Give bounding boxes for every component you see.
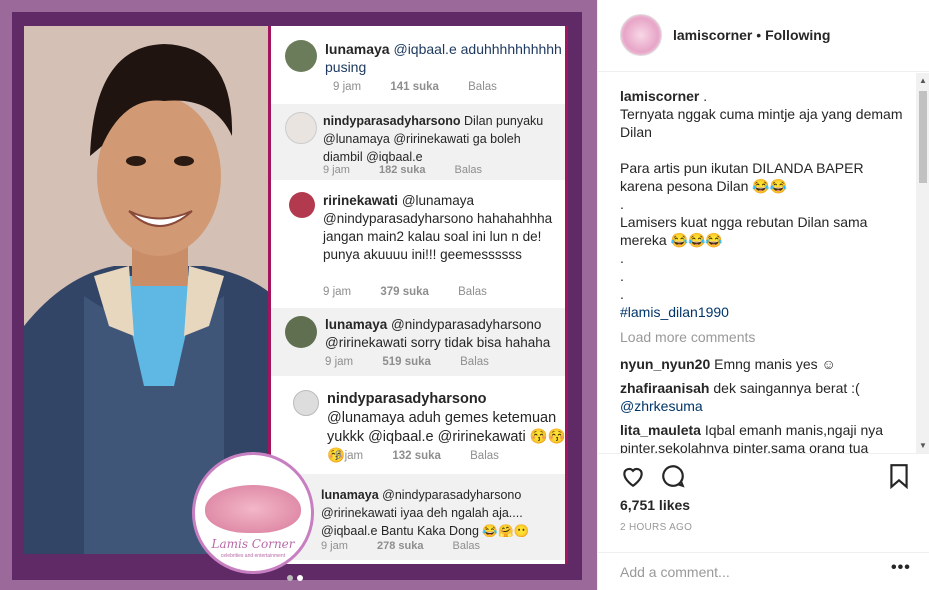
avatar[interactable] [620, 14, 662, 56]
load-more-comments[interactable]: Load more comments [620, 329, 755, 345]
image-comment-time: 9 jam [321, 540, 348, 552]
caption-username[interactable]: lamiscorner [620, 88, 699, 104]
comment-item: lita_mauleta Iqbal emanh manis,ngaji nya… [620, 421, 910, 453]
caption-blank [620, 141, 910, 159]
image-comment-likes: 278 suka [376, 540, 424, 552]
logo-subtext: celebrities and entertainment [220, 553, 286, 559]
comment-user[interactable]: zhafiraanisah [620, 380, 709, 396]
image-comment-user: lunamaya [325, 317, 388, 332]
comment-item: zhafiraanisah dek saingannya berat :( @z… [620, 379, 910, 415]
add-comment-bar: ••• [598, 552, 929, 590]
image-comment-time: 9 jam [333, 81, 362, 93]
image-comment-reply: Balas [454, 164, 483, 176]
image-comment-user: ririnekawati [323, 193, 399, 208]
caption-line: . [620, 196, 624, 212]
image-comment: nindyparasadyharsono Dilan punyaku @luna… [271, 104, 565, 180]
image-comment-likes: 141 suka [390, 81, 439, 93]
carousel-dot[interactable] [287, 575, 293, 581]
screenshot-comments: lunamaya @iqbaal.e aduhhhhhhhhhh pusing … [268, 26, 568, 564]
image-comment-reply: Balas [452, 540, 481, 552]
image-comment-likes: 379 suka [380, 286, 429, 298]
commenter-avatar [285, 316, 317, 348]
carousel-dot-active[interactable] [297, 575, 303, 581]
image-comment-time: 9 jam [323, 164, 350, 176]
post-sidebar: lamiscorner • Following lamiscorner . Te… [597, 0, 929, 590]
image-comment-likes: 182 suka [378, 164, 426, 176]
image-comment-reply: Balas [468, 81, 497, 93]
image-comment: nindyparasadyharsono @lunamaya aduh geme… [271, 378, 566, 472]
comment-mention[interactable]: @zhrkesuma [620, 398, 703, 414]
follow-status[interactable]: Following [765, 27, 830, 43]
separator-dot: • [756, 27, 762, 43]
image-comment: lunamaya @nindyparasadyharsono @ririneka… [271, 474, 565, 560]
lamis-corner-logo: Lamis Corner celebrities and entertainme… [192, 452, 314, 574]
comments-feed[interactable]: lamiscorner . Ternyata nggak cuma mintje… [598, 73, 929, 453]
comment-text: Emng manis yes ☺ [714, 356, 836, 372]
comment-text: dek saingannya berat :( [713, 380, 860, 396]
image-comment-user: lunamaya [325, 41, 390, 57]
comment-user[interactable]: lita_mauleta [620, 422, 701, 438]
image-comment-reply: Balas [460, 356, 489, 368]
image-comment-reply: Balas [470, 450, 499, 462]
caption-line: . [620, 286, 624, 302]
commenter-avatar [293, 390, 319, 416]
image-comment-reply: Balas [458, 286, 487, 298]
post-timestamp[interactable]: 2 HOURS AGO [620, 522, 692, 533]
scrollbar-thumb[interactable] [919, 91, 927, 183]
carousel-dots[interactable] [287, 575, 303, 581]
image-comment-likes: 519 suka [382, 356, 431, 368]
caption-line: . [620, 268, 624, 284]
more-options-icon[interactable]: ••• [891, 559, 911, 577]
image-comment: lunamaya @iqbaal.e aduhhhhhhhhhh pusing … [271, 32, 565, 102]
image-comment-user: nindyparasadyharsono [323, 114, 461, 128]
post-image[interactable]: lunamaya @iqbaal.e aduhhhhhhhhhh pusing … [0, 0, 597, 590]
lips-icon [205, 485, 301, 533]
image-comment-time: 9 jam [325, 356, 354, 368]
image-comment: ririnekawati @lunamaya @nindyparasadyhar… [271, 182, 565, 306]
hashtag-link[interactable]: #lamis_dilan1990 [620, 303, 910, 321]
scrollbar[interactable]: ▲ ▼ [916, 73, 929, 453]
caption-line: Para artis pun ikutan DILANDA BAPER kare… [620, 160, 864, 194]
image-comment-user: nindyparasadyharsono [327, 391, 487, 407]
caption-line: Lamisers kuat ngga rebutan Dilan sama me… [620, 214, 868, 248]
scroll-up-icon[interactable]: ▲ [919, 76, 927, 85]
image-comment-user: lunamaya [321, 488, 379, 502]
post-header: lamiscorner • Following [598, 0, 929, 72]
heart-icon[interactable] [620, 463, 646, 489]
commenter-avatar [289, 192, 315, 218]
image-comment-likes: 132 suka [392, 450, 441, 462]
logo-text: Lamis Corner [211, 537, 295, 551]
commenter-avatar [285, 112, 317, 144]
caption-line: . [620, 250, 624, 266]
add-comment-input[interactable] [620, 562, 870, 582]
scroll-down-icon[interactable]: ▼ [919, 441, 927, 450]
image-comment-time: 9 jam [335, 450, 364, 462]
comment-item: nyun_nyun20 Emng manis yes ☺ [620, 355, 910, 373]
bookmark-icon[interactable] [886, 463, 912, 489]
commenter-avatar [285, 40, 317, 72]
caption-first: . [703, 88, 708, 104]
caption: lamiscorner . Ternyata nggak cuma mintje… [620, 87, 910, 321]
image-comment: lunamaya @nindyparasadyharsono @ririneka… [271, 308, 565, 376]
comment-user[interactable]: nyun_nyun20 [620, 356, 710, 372]
comment-icon[interactable] [660, 463, 686, 489]
image-comment-time: 9 jam [323, 286, 352, 298]
likes-count[interactable]: 6,751 likes [620, 497, 690, 513]
caption-line: Ternyata nggak cuma mintje aja yang dema… [620, 106, 903, 140]
post-actions: 6,751 likes 2 HOURS AGO ••• [598, 453, 929, 590]
header-username[interactable]: lamiscorner [673, 27, 752, 43]
